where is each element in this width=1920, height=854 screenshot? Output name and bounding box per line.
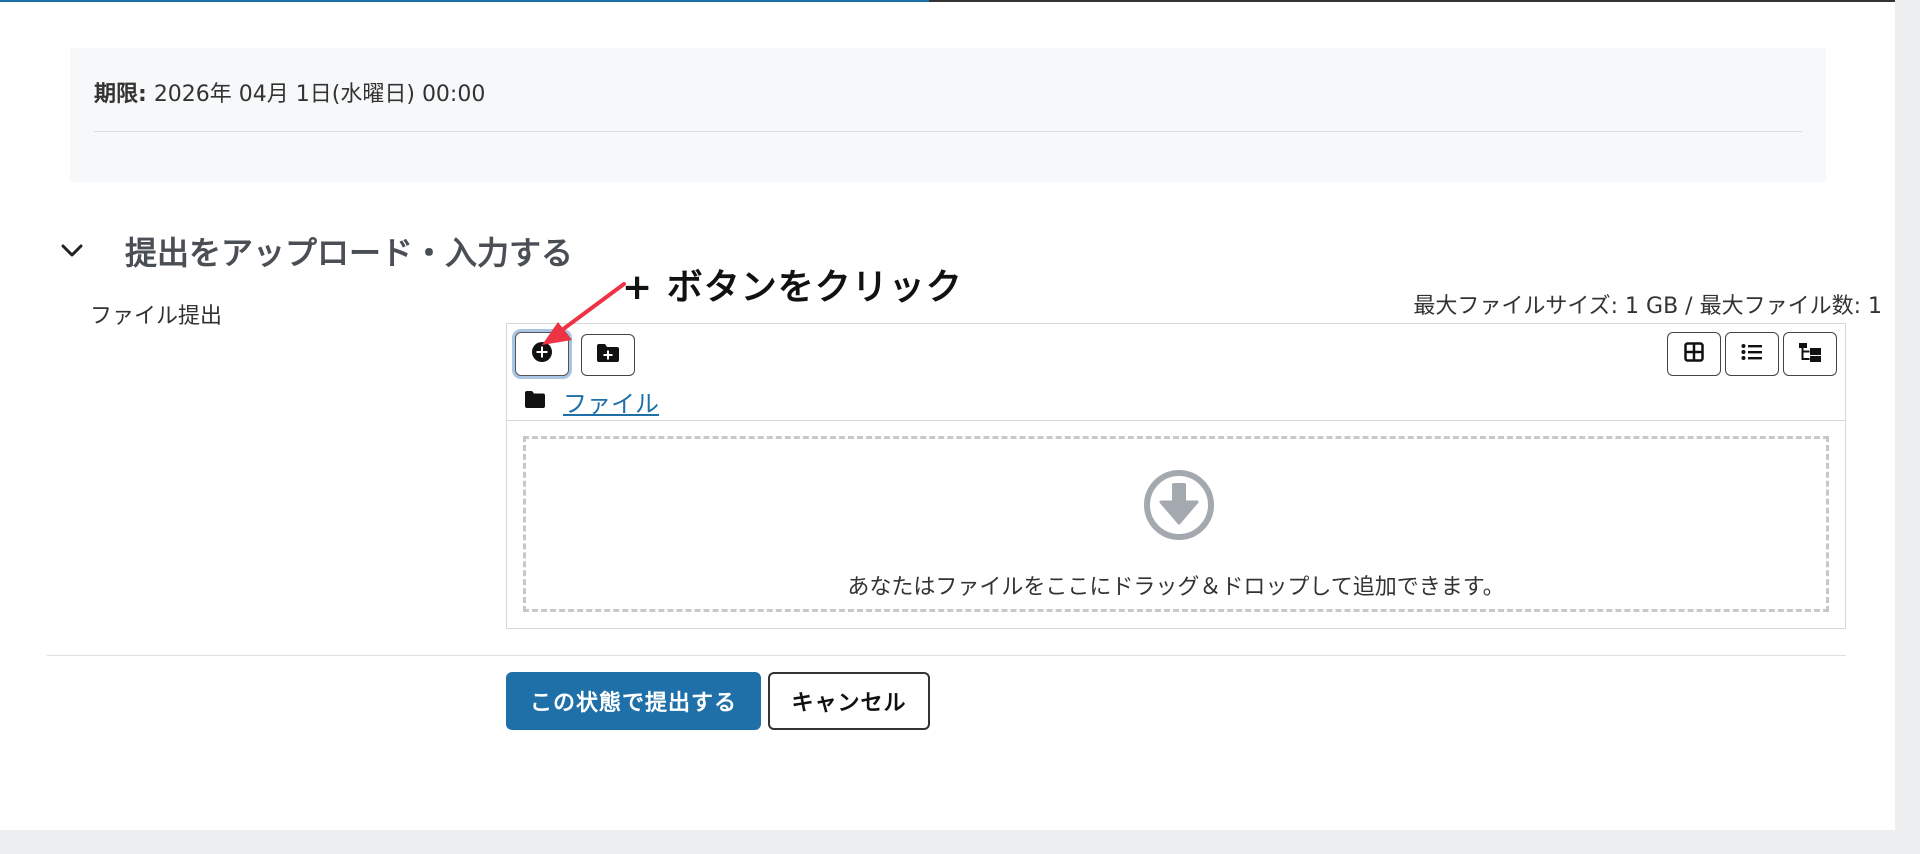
divider — [47, 655, 1846, 656]
section-header: 提出をアップロード・入力する — [55, 226, 573, 276]
file-dropzone[interactable]: あなたはファイルをここにドラッグ＆ドロップして追加できます。 — [523, 436, 1829, 612]
page: 期限: 2026年 04月 1日(水曜日) 00:00 提出をアップロード・入力… — [0, 0, 1895, 830]
file-picker: ファイル あなたはファイルをここにドラッグ＆ドロップして追加できます。 — [506, 323, 1846, 629]
page-progress-bar — [0, 0, 1895, 2]
due-date-panel: 期限: 2026年 04月 1日(水曜日) 00:00 — [70, 48, 1826, 182]
folder-icon — [525, 390, 545, 412]
grid-view-button[interactable] — [1667, 332, 1721, 376]
download-arrow-icon — [1143, 469, 1215, 541]
due-date-label: 期限: — [94, 82, 147, 107]
chevron-down-icon[interactable] — [55, 234, 89, 268]
dropzone-text: あなたはファイルをここにドラッグ＆ドロップして追加できます。 — [847, 575, 1505, 600]
due-date-line: 期限: 2026年 04月 1日(水曜日) 00:00 — [94, 76, 485, 108]
submit-button[interactable]: この状態で提出する — [506, 672, 761, 730]
breadcrumb: ファイル — [525, 384, 659, 419]
tree-view-icon — [1798, 342, 1822, 366]
create-folder-icon — [596, 343, 620, 367]
list-view-icon — [1741, 343, 1763, 365]
file-limits-text: 最大ファイルサイズ: 1 GB / 最大ファイル数: 1 — [1413, 294, 1882, 319]
tree-view-button[interactable] — [1783, 332, 1837, 376]
add-file-icon — [531, 341, 553, 367]
divider — [507, 420, 1845, 421]
breadcrumb-files-link[interactable]: ファイル — [563, 384, 659, 419]
cancel-button[interactable]: キャンセル — [768, 672, 930, 730]
add-file-button[interactable] — [515, 332, 569, 376]
list-view-button[interactable] — [1725, 332, 1779, 376]
due-date-value: 2026年 04月 1日(水曜日) 00:00 — [153, 82, 486, 107]
file-submission-label: ファイル提出 — [90, 304, 223, 329]
grid-view-icon — [1684, 342, 1704, 366]
create-folder-button[interactable] — [581, 334, 635, 376]
annotation-text: + ボタンをクリック — [622, 267, 963, 308]
divider — [94, 131, 1802, 132]
section-title: 提出をアップロード・入力する — [125, 234, 574, 272]
progress-fill — [0, 0, 929, 2]
